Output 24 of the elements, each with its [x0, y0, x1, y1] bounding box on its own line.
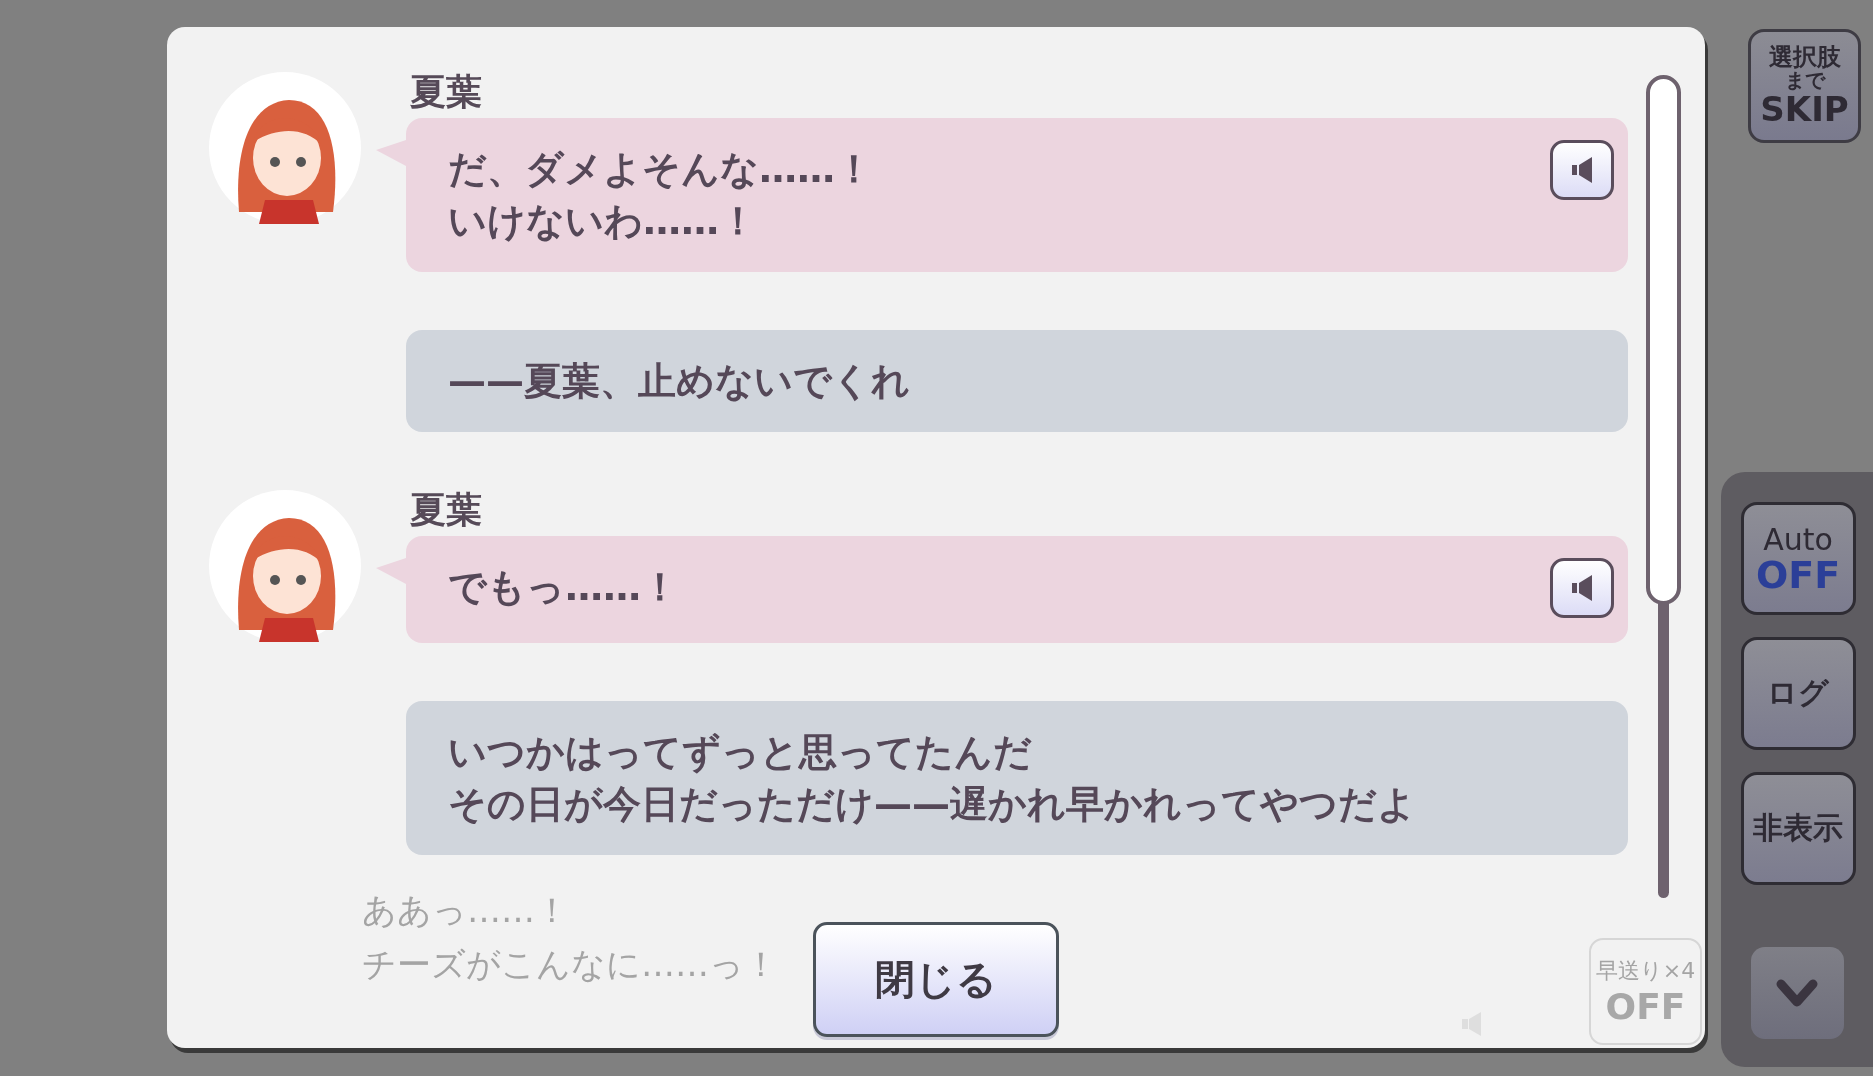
skip-button[interactable]: 選択肢 まで SKIP: [1748, 29, 1861, 143]
hide-button[interactable]: 非表示: [1740, 772, 1856, 885]
fast-forward-label: 早送り×4: [1595, 957, 1696, 985]
dialogue-text: でもっ……！: [448, 564, 680, 611]
dialogue-text: ——夏葉、止めないでくれ: [448, 358, 911, 405]
background-dialogue-text: ああっ……！: [362, 889, 570, 932]
dialogue-text: いけないわ……！: [448, 198, 758, 245]
log-button[interactable]: ログ: [1740, 637, 1856, 750]
background-dialogue-text: チーズがこんなに……っ！: [362, 943, 778, 986]
scroll-down-button[interactable]: [1750, 947, 1844, 1039]
dialogue-text: いつかはってずっと思ってたんだ: [448, 729, 1033, 776]
avatar-icon: [209, 72, 361, 224]
voice-button[interactable]: [1550, 558, 1614, 618]
speaker-name: 夏葉: [410, 72, 483, 112]
close-button[interactable]: 閉じる: [813, 922, 1059, 1037]
dialogue-text: その日が今日だっただけ——遅かれ早かれってやつだよ: [448, 781, 1417, 828]
scrollbar-thumb[interactable]: [1646, 75, 1681, 605]
avatar-icon: [209, 490, 361, 642]
voice-button[interactable]: [1550, 140, 1614, 200]
fast-forward-state: OFF: [1605, 986, 1686, 1027]
auto-button[interactable]: Auto OFF: [1740, 502, 1856, 615]
fast-forward-button[interactable]: 早送り×4 OFF: [1589, 938, 1702, 1045]
speaker-name: 夏葉: [410, 490, 483, 530]
dialogue-text: だ、ダメよそんな……！: [448, 146, 874, 193]
